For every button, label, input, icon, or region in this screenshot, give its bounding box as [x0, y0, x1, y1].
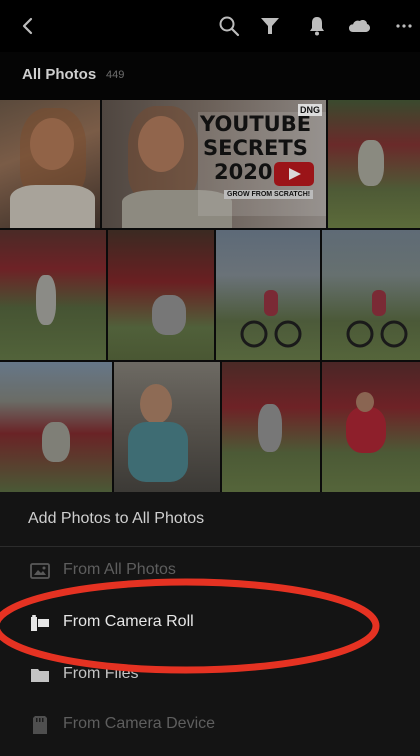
cloud-icon[interactable] — [347, 14, 371, 38]
bell-icon[interactable] — [305, 14, 329, 38]
photo-thumbnail[interactable] — [222, 362, 320, 492]
menu-item-label: From Files — [63, 665, 139, 682]
photo-thumbnail[interactable]: YOUTUBE DNG SECRETS 2020 GROW FROM SCRAT… — [102, 100, 326, 228]
folder-icon — [31, 669, 49, 682]
dng-badge: DNG — [298, 104, 322, 116]
top-bar — [0, 0, 420, 52]
sheet-title: Add Photos to All Photos — [28, 510, 205, 527]
photo-count: 449 — [106, 69, 125, 81]
photo-grid: YOUTUBE DNG SECRETS 2020 GROW FROM SCRAT… — [0, 100, 420, 492]
menu-item-label: From Camera Device — [63, 715, 216, 732]
menu-item-label: From All Photos — [63, 561, 176, 578]
photo-thumbnail[interactable] — [0, 362, 112, 492]
photo-thumbnail[interactable] — [322, 362, 420, 492]
youtube-tagline: GROW FROM SCRATCH! — [224, 190, 314, 199]
youtube-play-icon — [274, 162, 314, 186]
menu-item-from-camera-roll[interactable]: From Camera Roll — [0, 598, 420, 648]
photo-thumbnail[interactable] — [0, 100, 100, 228]
photo-thumbnail[interactable] — [114, 362, 220, 492]
photo-thumbnail[interactable] — [216, 230, 320, 360]
album-title: All Photos — [22, 66, 97, 83]
filter-icon[interactable] — [258, 14, 282, 38]
search-icon[interactable] — [217, 14, 241, 38]
youtube-headline: YOUTUBE — [200, 112, 312, 136]
youtube-year: 2020 — [214, 160, 273, 184]
photo-thumbnail[interactable] — [328, 100, 420, 228]
menu-item-from-camera-device[interactable]: From Camera Device — [0, 700, 420, 750]
menu-item-from-all-photos[interactable]: From All Photos — [0, 546, 420, 596]
sd-card-icon — [33, 716, 47, 734]
menu-item-label: From Camera Roll — [63, 613, 194, 630]
more-icon[interactable] — [392, 14, 416, 38]
image-icon — [30, 563, 50, 579]
camera-roll-icon — [31, 615, 49, 631]
back-chevron-icon[interactable] — [16, 14, 40, 38]
photo-thumbnail[interactable] — [108, 230, 214, 360]
photo-thumbnail[interactable] — [0, 230, 106, 360]
photo-thumbnail[interactable] — [322, 230, 420, 360]
menu-item-from-files[interactable]: From Files — [0, 650, 420, 700]
youtube-subheadline: SECRETS — [203, 136, 308, 160]
